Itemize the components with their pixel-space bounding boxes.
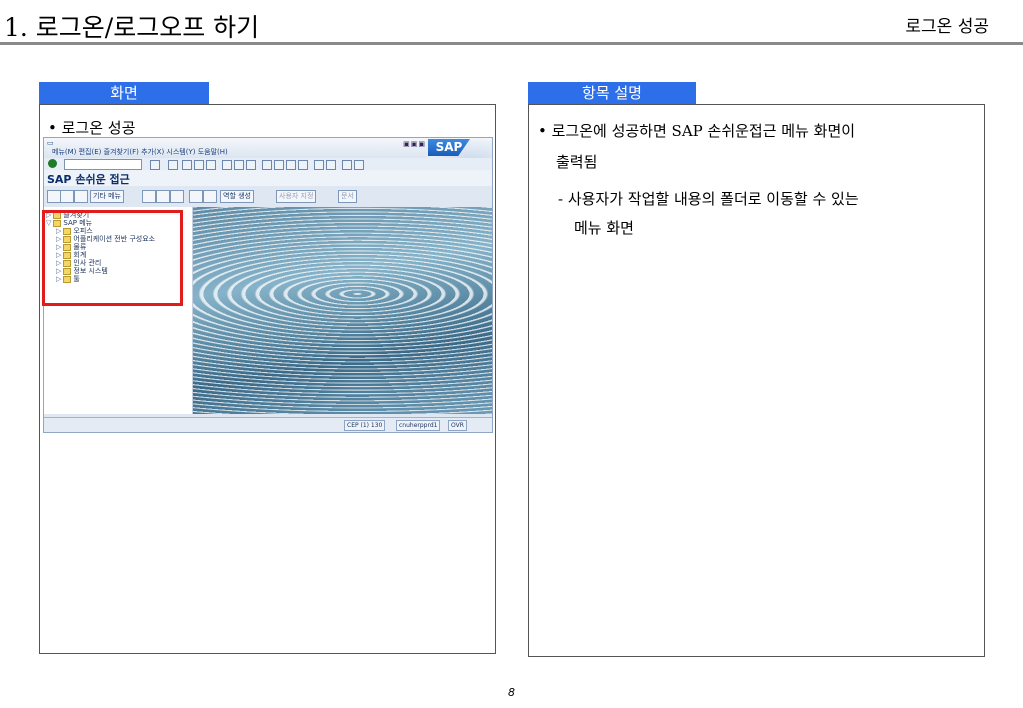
- page-title: 1. 로그온/로그오프 하기: [4, 13, 260, 42]
- page-number: 8: [508, 686, 515, 699]
- description-line-3: - 사용자가 작업할 내용의 폴더로 이동할 수 있는: [558, 190, 859, 208]
- print-icon[interactable]: [222, 160, 232, 170]
- layout-icon[interactable]: [354, 160, 364, 170]
- menu-highlight-box: [42, 210, 183, 306]
- sap-menu-items[interactable]: 메뉴(M) 편집(E) 즐겨찾기(F) 추가(X) 시스템(Y) 도움말(H): [52, 147, 228, 157]
- user-settings-button[interactable]: 사용자 지정: [276, 190, 317, 203]
- sap-command-bar: [44, 158, 492, 170]
- screen-tab-label: 화면: [39, 82, 209, 104]
- other-menu-button[interactable]: 기타 메뉴: [90, 190, 124, 203]
- description-panel: [528, 104, 985, 657]
- next-page-icon[interactable]: [286, 160, 296, 170]
- documentation-button[interactable]: 문서: [338, 190, 357, 203]
- dropdown-icon[interactable]: [150, 160, 160, 170]
- prev-page-icon[interactable]: [274, 160, 284, 170]
- enter-icon[interactable]: [48, 159, 57, 168]
- description-line-1: • 로그온에 성공하면 SAP 손쉬운접근 메뉴 화면이: [538, 122, 856, 140]
- description-tab-label: 항목 설명: [528, 82, 696, 104]
- status-system: CEP (1) 130: [344, 420, 386, 431]
- sap-screen-title: SAP 손쉬운 접근: [47, 173, 130, 186]
- change-favorite-icon[interactable]: [156, 190, 170, 203]
- status-mode: OVR: [448, 420, 467, 431]
- pencil-icon[interactable]: [74, 190, 88, 203]
- sap-menubar: ▭ 메뉴(M) 편집(E) 즐겨찾기(F) 추가(X) 시스템(Y) 도움말(H…: [44, 138, 492, 170]
- move-up-icon[interactable]: [203, 190, 217, 203]
- header-divider: [0, 42, 1023, 45]
- shortcut-icon[interactable]: [326, 160, 336, 170]
- help-icon[interactable]: [342, 160, 352, 170]
- new-session-icon[interactable]: [314, 160, 324, 170]
- command-field[interactable]: [64, 159, 142, 170]
- description-line-4: 메뉴 화면: [574, 219, 634, 237]
- section-label: 로그온 성공: [905, 17, 989, 37]
- sap-application-toolbar: 기타 메뉴 역할 생성 사용자 지정 문서: [44, 188, 492, 204]
- move-down-icon[interactable]: [189, 190, 203, 203]
- first-page-icon[interactable]: [262, 160, 272, 170]
- last-page-icon[interactable]: [298, 160, 308, 170]
- cancel-icon[interactable]: [206, 160, 216, 170]
- sap-app-icon: ▭: [47, 139, 54, 147]
- folder-icon[interactable]: [60, 190, 74, 203]
- exit-icon[interactable]: [194, 160, 204, 170]
- description-line-2: 출력됨: [556, 153, 598, 171]
- find-next-icon[interactable]: [246, 160, 256, 170]
- find-icon[interactable]: [234, 160, 244, 170]
- sap-title-bar: SAP 손쉬운 접근: [44, 170, 492, 186]
- favorites-icon[interactable]: [47, 190, 61, 203]
- back-icon[interactable]: [182, 160, 192, 170]
- delete-favorite-icon[interactable]: [170, 190, 184, 203]
- status-server: cnuherpprd1: [396, 420, 441, 431]
- sap-status-bar: CEP (1) 130 cnuherpprd1 OVR: [44, 417, 492, 432]
- add-favorite-icon[interactable]: [142, 190, 156, 203]
- save-icon[interactable]: [168, 160, 178, 170]
- water-ripple-image: [193, 207, 492, 414]
- create-role-button[interactable]: 역할 생성: [220, 190, 254, 203]
- screen-bullet: • 로그온 성공: [48, 119, 136, 137]
